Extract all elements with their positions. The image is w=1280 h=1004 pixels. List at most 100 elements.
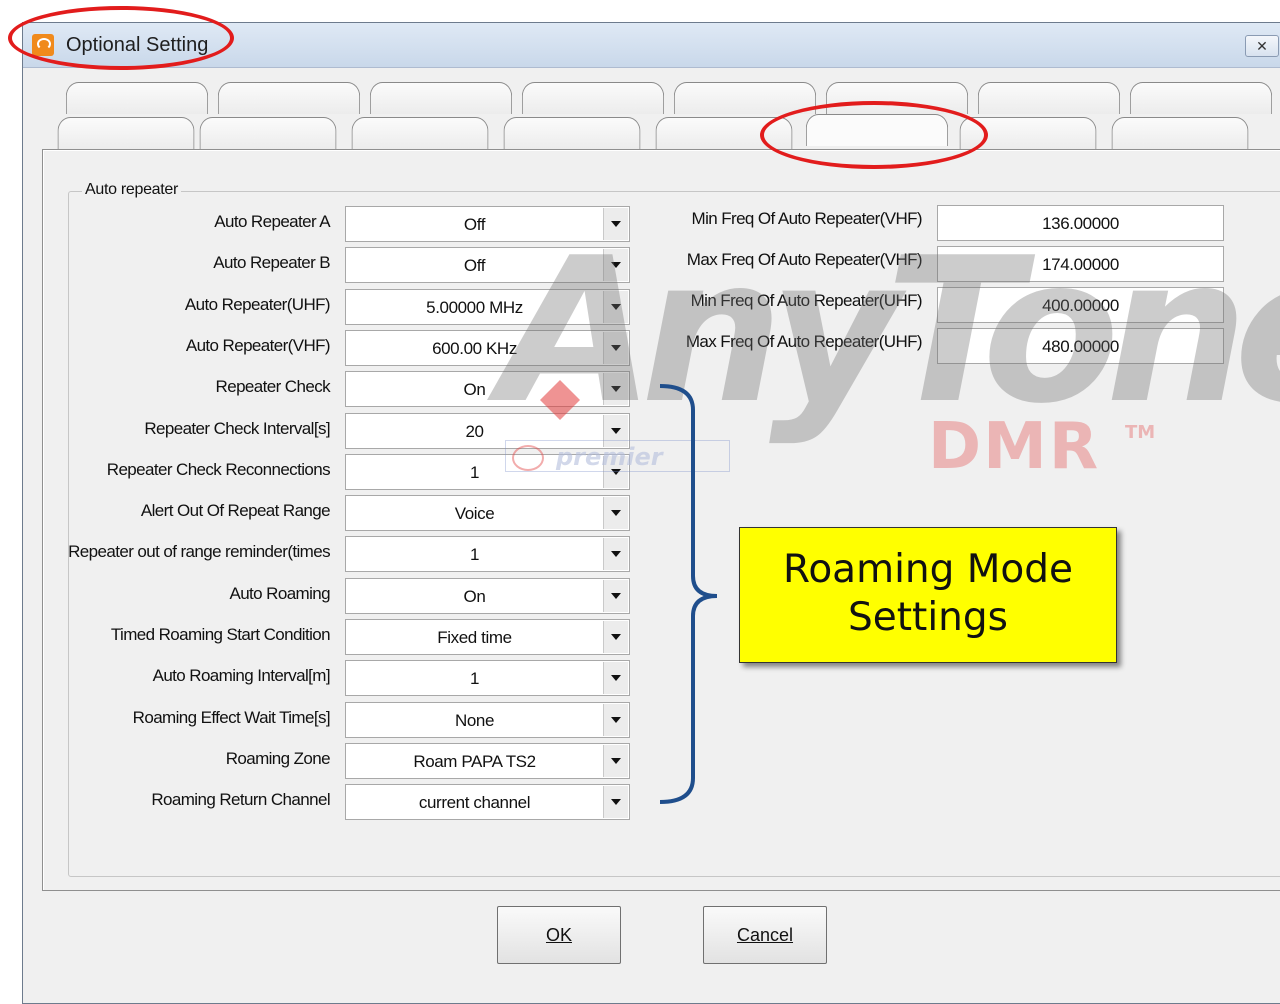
tab-shape xyxy=(673,82,817,114)
field-select-value: current channel xyxy=(418,793,531,813)
chevron-down-icon[interactable] xyxy=(603,786,628,819)
tab-shape xyxy=(503,117,641,149)
tab-shape xyxy=(217,82,361,114)
chevron-down-icon[interactable] xyxy=(603,290,628,323)
field-select-value: On xyxy=(463,380,486,400)
field-select-value: Fixed time xyxy=(437,628,512,647)
field-select-value: None xyxy=(454,710,495,730)
field-select[interactable]: Off xyxy=(345,206,630,242)
tab-display[interactable]: Display xyxy=(351,117,489,149)
tab-shape xyxy=(825,82,969,114)
tab-record[interactable]: Record xyxy=(959,117,1097,149)
close-icon[interactable]: ✕ xyxy=(1245,35,1279,57)
field-select-value: 1 xyxy=(469,669,480,689)
tab-gps-ranging[interactable]: GPS/Ranging xyxy=(503,117,641,149)
freq-input[interactable]: 136.00000 xyxy=(937,205,1224,241)
chevron-down-icon[interactable] xyxy=(603,249,628,282)
chevron-down-icon[interactable] xyxy=(603,497,628,530)
tab-volume-audio[interactable]: Volume/Audio xyxy=(1111,117,1249,149)
freq-label: Max Freq Of Auto Repeater(UHF) xyxy=(685,332,923,351)
freq-value: 174.00000 xyxy=(1042,255,1119,274)
callout-line1: Roaming Mode xyxy=(782,547,1074,592)
freq-label: Min Freq Of Auto Repeater(UHF) xyxy=(690,291,923,310)
field-label: Timed Roaming Start Condition xyxy=(110,625,331,644)
tab-shape xyxy=(655,117,793,149)
tab-shape xyxy=(57,117,195,149)
tab-auto-repeater[interactable]: Auto repeater xyxy=(805,114,949,146)
field-label: Auto Roaming Interval[m] xyxy=(152,666,331,686)
field-select[interactable]: On xyxy=(345,371,630,408)
tab-alert-tone[interactable]: Alert Tone xyxy=(199,117,337,149)
chevron-down-icon[interactable] xyxy=(603,538,628,571)
tab-digital-func[interactable]: Digital Func xyxy=(1129,82,1273,114)
tab-other[interactable]: Other xyxy=(977,82,1121,114)
tab-shape xyxy=(369,82,513,114)
field-select[interactable]: 20 xyxy=(345,412,630,449)
field-select-value: Voice xyxy=(454,504,495,524)
callout-line2: Settings xyxy=(848,595,1008,640)
field-label: Roaming Effect Wait Time[s] xyxy=(132,707,331,727)
freq-input[interactable]: 174.00000 xyxy=(937,246,1224,282)
chevron-down-icon[interactable] xyxy=(603,579,628,612)
group-title: Auto repeater xyxy=(82,181,182,199)
tab-vfo-scan[interactable]: VFO Scan xyxy=(655,117,793,149)
app-icon xyxy=(32,34,54,56)
field-select-value: 20 xyxy=(465,421,484,441)
chevron-down-icon[interactable] xyxy=(603,331,628,364)
field-label: Auto Repeater B xyxy=(213,253,330,273)
bracket-annotation xyxy=(659,384,718,804)
freq-input[interactable]: 400.00000 xyxy=(937,287,1224,323)
field-select[interactable]: Fixed time xyxy=(345,619,630,655)
field-select[interactable]: None xyxy=(345,701,630,738)
field-label: Auto Roaming xyxy=(229,583,330,603)
field-select[interactable]: Off xyxy=(345,247,630,284)
field-select[interactable]: On xyxy=(345,577,630,614)
field-select-value: Roam PAPA TS2 xyxy=(413,751,536,771)
freq-input[interactable]: 480.00000 xyxy=(937,328,1224,364)
field-label: Repeater Check Reconnections xyxy=(106,459,331,479)
chevron-down-icon[interactable] xyxy=(603,703,628,736)
chevron-down-icon[interactable] xyxy=(603,455,628,488)
field-select-value: 1 xyxy=(469,462,480,482)
field-select[interactable]: 600.00 KHz xyxy=(345,329,630,366)
tab-power-save[interactable]: Power Save xyxy=(673,82,817,114)
tab-shape xyxy=(805,114,949,146)
field-label: Repeater Check xyxy=(215,377,331,397)
cancel-label: Cancel xyxy=(736,925,794,945)
tab-fm[interactable]: FM xyxy=(521,82,665,114)
chevron-down-icon[interactable] xyxy=(603,414,628,447)
field-select-value: 1 xyxy=(469,545,480,565)
chevron-down-icon[interactable] xyxy=(603,373,628,406)
field-label: Auto Repeater(VHF) xyxy=(185,335,331,355)
chevron-down-icon[interactable] xyxy=(603,662,628,695)
ok-button[interactable]: OK xyxy=(497,906,621,964)
tab-vox[interactable]: Vox xyxy=(217,82,361,114)
field-label: Alert Out Of Repeat Range xyxy=(140,501,331,521)
tab-key-function[interactable]: Key Function xyxy=(825,82,969,114)
chevron-down-icon[interactable] xyxy=(603,208,628,240)
field-select[interactable]: 1 xyxy=(345,536,630,573)
field-label: Repeater out of range reminder(times xyxy=(68,542,330,562)
tab-shape xyxy=(65,82,209,114)
tab-work-mode[interactable]: Work Mode xyxy=(65,82,209,114)
tab-shape xyxy=(977,82,1121,114)
field-select[interactable]: 1 xyxy=(345,453,630,490)
chevron-down-icon[interactable] xyxy=(603,744,628,777)
tab-ste[interactable]: STE xyxy=(369,82,513,114)
title-bar: Optional Setting ✕ xyxy=(23,23,1280,68)
tab-shape xyxy=(1129,82,1273,114)
chevron-down-icon[interactable] xyxy=(603,621,628,653)
field-label: Roaming Zone xyxy=(225,748,331,768)
field-select[interactable]: 5.00000 MHz xyxy=(345,288,630,325)
cancel-button[interactable]: Cancel xyxy=(703,906,827,964)
tab-shape xyxy=(959,117,1097,149)
window-title: Optional Setting xyxy=(66,34,209,56)
field-select[interactable]: current channel xyxy=(345,784,630,821)
field-select-value: Off xyxy=(463,215,486,234)
field-select[interactable]: 1 xyxy=(345,660,630,697)
tab-power-on[interactable]: Power-on xyxy=(57,117,195,149)
field-select[interactable]: Voice xyxy=(345,495,630,532)
field-select[interactable]: Roam PAPA TS2 xyxy=(345,742,630,779)
tab-shape xyxy=(1111,117,1249,149)
ok-label: OK xyxy=(545,925,572,945)
